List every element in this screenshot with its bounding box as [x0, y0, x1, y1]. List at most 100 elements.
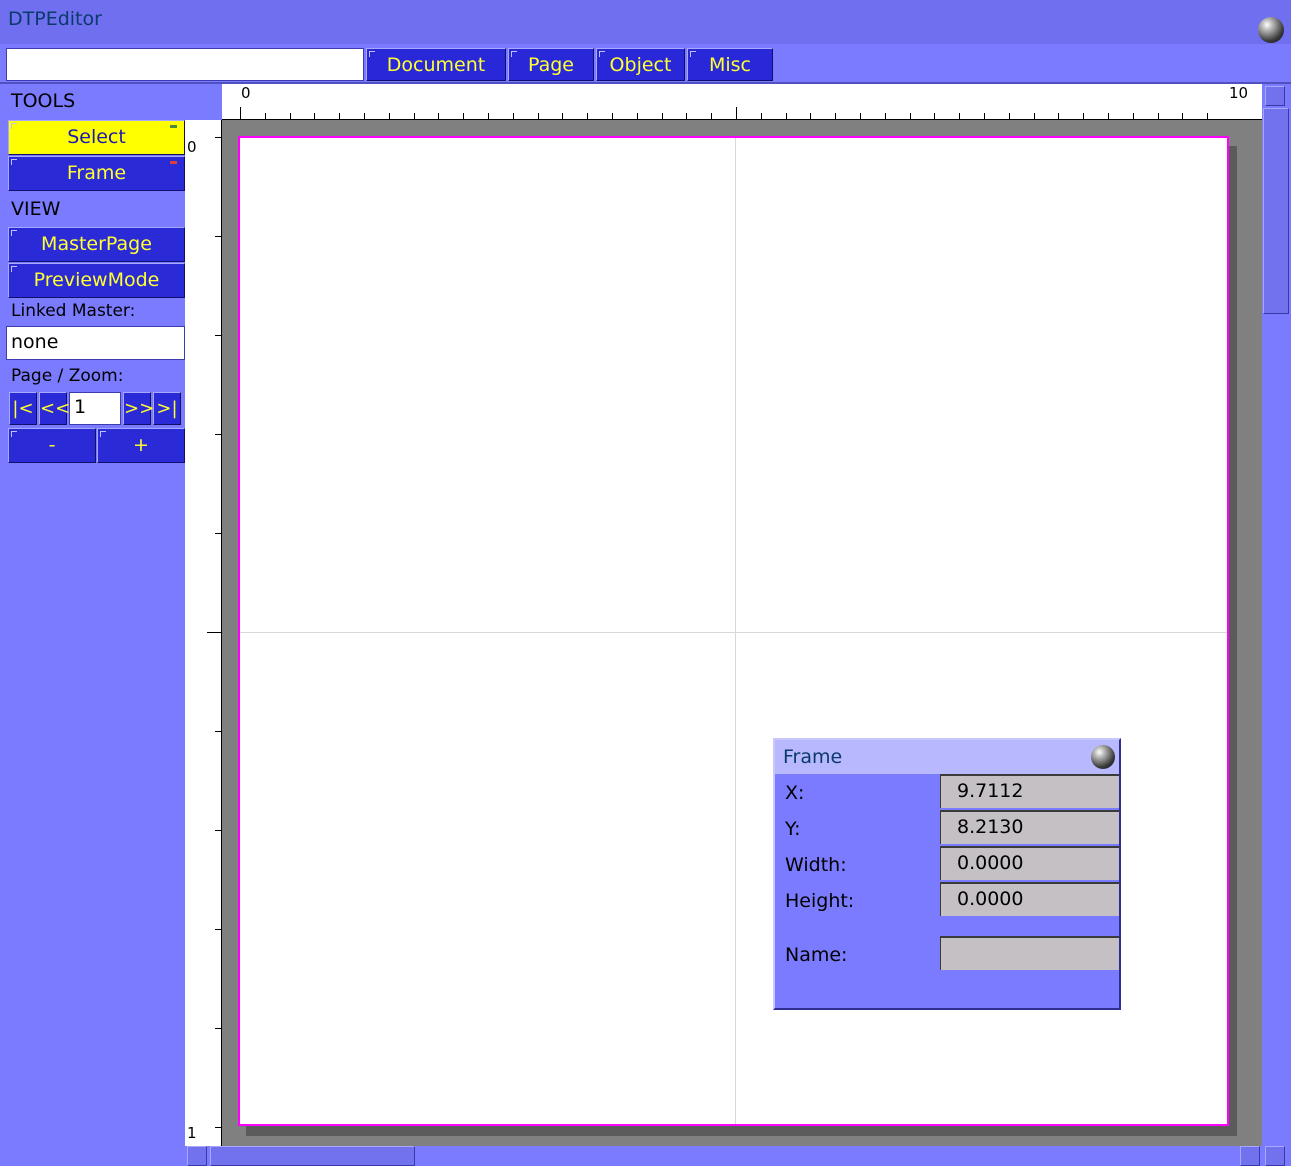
vertical-ruler: 0 1 — [185, 120, 222, 1146]
menu-misc-label: Misc — [708, 54, 752, 76]
ruler-tick — [215, 434, 221, 435]
width-field[interactable]: 0.0000 — [940, 846, 1119, 880]
y-label: Y: — [785, 818, 801, 840]
vertical-guide — [735, 138, 736, 1124]
window-title: DTPEditor — [8, 8, 102, 30]
frame-tool-button[interactable]: Frame — [8, 156, 185, 191]
ruler-tick — [686, 113, 688, 119]
ruler-tick — [1083, 113, 1085, 119]
ruler-tick — [215, 830, 221, 831]
ruler-corner — [185, 84, 222, 120]
ruler-tick — [1108, 113, 1109, 119]
ruler-tick — [562, 113, 564, 119]
ruler-tick — [785, 113, 787, 119]
ruler-tick — [984, 113, 985, 119]
ruler-left-end: 1 — [187, 1124, 197, 1142]
ruler-top-end: 10 — [1229, 84, 1249, 102]
next-page-button[interactable]: >> — [123, 392, 154, 425]
select-tool-label: Select — [67, 126, 126, 148]
ruler-tick — [240, 107, 241, 119]
ruler-tick — [438, 113, 440, 119]
height-label: Height: — [785, 890, 855, 912]
ruler-tick — [215, 335, 221, 336]
ruler-tick — [1157, 113, 1159, 119]
ruler-tick — [1008, 113, 1010, 119]
x-field[interactable]: 9.7112 — [940, 774, 1119, 808]
select-tool-button[interactable]: Select — [8, 120, 185, 155]
zoom-in-label: + — [133, 434, 149, 456]
ruler-tick — [934, 113, 936, 119]
page-number-input[interactable]: 1 — [69, 392, 121, 425]
scroll-right-button[interactable] — [1240, 1146, 1260, 1166]
ruler-tick — [636, 113, 638, 119]
horizontal-scroll-thumb[interactable] — [210, 1146, 415, 1166]
menu-document[interactable]: Document — [366, 48, 506, 81]
ruler-tick — [314, 113, 316, 119]
ruler-left-start: 0 — [187, 138, 197, 156]
ruler-tick — [884, 113, 886, 119]
ruler-tick — [215, 1127, 221, 1128]
height-field[interactable]: 0.0000 — [940, 882, 1119, 916]
ruler-tick — [215, 533, 221, 534]
ruler-tick — [860, 113, 861, 119]
command-input[interactable] — [6, 48, 364, 81]
scroll-up-button[interactable] — [1265, 86, 1285, 106]
previewmode-label: PreviewMode — [33, 269, 160, 291]
ruler-tick — [1182, 113, 1184, 119]
ruler-tick — [835, 113, 837, 119]
zoom-in-button[interactable]: + — [97, 428, 185, 463]
y-field[interactable]: 8.2130 — [940, 810, 1119, 844]
ruler-tick — [1132, 113, 1134, 119]
prev-page-button[interactable]: << — [39, 392, 70, 425]
ruler-tick — [959, 113, 961, 119]
previewmode-button[interactable]: PreviewMode — [8, 263, 185, 298]
ruler-tick — [388, 113, 390, 119]
width-label: Width: — [785, 854, 847, 876]
horizontal-guide — [240, 632, 1227, 633]
ruler-tick — [587, 113, 589, 119]
name-label: Name: — [785, 944, 848, 966]
zoom-out-label: - — [48, 434, 56, 456]
ruler-tick — [512, 113, 514, 119]
ruler-tick — [215, 929, 221, 930]
ruler-tick — [364, 113, 365, 119]
linked-master-label: Linked Master: — [11, 301, 136, 321]
first-page-button[interactable]: |< — [9, 392, 37, 425]
tool-indicator-icon — [170, 125, 177, 128]
ruler-tick — [760, 113, 762, 119]
linked-master-field[interactable]: none — [6, 326, 185, 360]
vertical-scroll-thumb[interactable] — [1263, 108, 1289, 314]
zoom-out-button[interactable]: - — [8, 428, 96, 463]
ruler-tick — [736, 107, 737, 119]
last-page-button[interactable]: >| — [153, 392, 181, 425]
masterpage-label: MasterPage — [41, 233, 152, 255]
ruler-tick — [810, 113, 812, 119]
ruler-tick — [215, 731, 221, 732]
frame-tool-label: Frame — [66, 162, 127, 184]
ruler-tick — [537, 113, 539, 119]
title-bar — [0, 0, 1291, 44]
menu-document-label: Document — [386, 54, 486, 76]
ruler-tick — [207, 632, 221, 633]
name-field[interactable] — [940, 936, 1119, 970]
window-close-icon[interactable] — [1258, 17, 1284, 43]
ruler-top-start: 0 — [241, 84, 251, 102]
tool-indicator-icon — [170, 161, 177, 164]
masterpage-button[interactable]: MasterPage — [8, 227, 185, 262]
scroll-left-button[interactable] — [187, 1146, 207, 1166]
ruler-tick — [215, 1028, 221, 1029]
menu-object[interactable]: Object — [596, 48, 685, 81]
ruler-tick — [1033, 113, 1035, 119]
scroll-corner-button[interactable] — [1265, 1146, 1285, 1166]
x-label: X: — [785, 782, 805, 804]
menu-page[interactable]: Page — [508, 48, 594, 81]
ruler-tick — [909, 113, 911, 119]
dialog-close-icon[interactable] — [1091, 745, 1115, 769]
view-heading: VIEW — [11, 198, 61, 220]
frame-dialog: Frame X: 9.7112 Y: 8.2130 Width: 0.0000 … — [773, 738, 1121, 1010]
ruler-tick — [1058, 113, 1060, 119]
menu-misc[interactable]: Misc — [687, 48, 773, 81]
ruler-tick — [488, 113, 489, 119]
ruler-tick — [215, 137, 221, 138]
ruler-tick — [289, 113, 291, 119]
